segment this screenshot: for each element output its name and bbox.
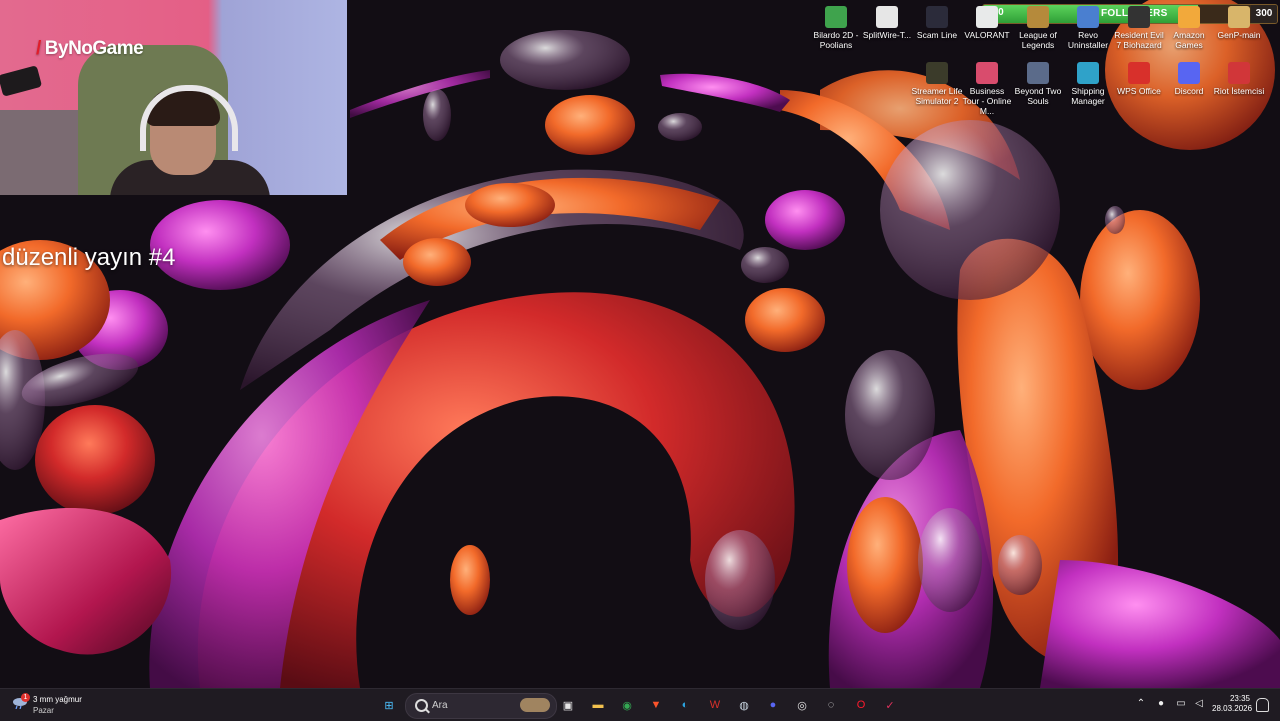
desktop-icon-label: Riot İstemcisi	[1213, 86, 1265, 96]
chevron-up-icon[interactable]: ⌃	[1134, 697, 1148, 711]
channel-logo: / ByNoGame	[36, 38, 144, 60]
desktop-icon-discord[interactable]: Discord	[1163, 62, 1215, 96]
desktop-icon-label: League of Legends	[1019, 30, 1057, 50]
wps-office-icon	[1128, 62, 1150, 84]
desktop-icon-scamline[interactable]: Scam Line	[911, 6, 963, 40]
business-tour-icon	[976, 62, 998, 84]
clock[interactable]: 23:35 28.03.2026	[1212, 694, 1253, 714]
scamline-icon	[926, 6, 948, 28]
microphone-icon[interactable]: ●	[1154, 697, 1168, 711]
brave-icon[interactable]: ▼	[645, 694, 667, 716]
taskbar: 1 3 mm yağmur Pazar ⊞ ▣ ▬ ◉ ▼ ◐ W ◍ ● ◎ ◌ O ✓ Ara ⌃ …	[0, 688, 1280, 721]
desktop-icon-bilardo[interactable]: Bilardo 2D - Poolians	[810, 6, 862, 50]
github-desktop-icon[interactable]: ◌	[820, 694, 842, 716]
microphone	[0, 65, 43, 97]
desktop-icon-business-tour[interactable]: Business Tour - Online M...	[961, 62, 1013, 116]
logo-slash-icon: /	[36, 38, 41, 59]
opera-icon[interactable]: O	[850, 694, 872, 716]
weather-day: Pazar	[33, 706, 54, 715]
desktop-icon-splitwire[interactable]: SplitWire-T...	[861, 6, 913, 40]
desktop-icon-label: Revo Uninstaller	[1067, 30, 1109, 50]
desktop-icon-riot-client[interactable]: Riot İstemcisi	[1213, 62, 1265, 96]
beyond-two-souls-icon	[1027, 62, 1049, 84]
discord-icon	[1178, 62, 1200, 84]
chrome-icon[interactable]: ◉	[616, 694, 638, 716]
valorant-icon	[976, 6, 998, 28]
league-icon	[1027, 6, 1049, 28]
riot-client-icon	[1228, 62, 1250, 84]
revo-icon	[1077, 6, 1099, 28]
desktop-icon-shipping-manager[interactable]: Shipping Manager	[1062, 62, 1114, 106]
clock-time: 23:35	[1229, 694, 1250, 703]
desktop-icon-label: Bilardo 2D - Poolians	[813, 30, 859, 50]
desktop-icon-label: VALORANT	[964, 30, 1010, 40]
desktop-icon-league[interactable]: League of Legends	[1012, 6, 1064, 50]
desktop-icon-re7[interactable]: Resident Evil 7 Biohazard	[1113, 6, 1165, 50]
desktop-icon-label: GenP-main	[1217, 30, 1261, 40]
desktop-icon-label: Shipping Manager	[1071, 86, 1105, 106]
channel-logo-text: ByNoGame	[44, 38, 144, 59]
amazon-games-icon	[1178, 6, 1200, 28]
taskbar-search[interactable]: Ara	[405, 693, 557, 719]
desktop-icon-label: Discord	[1174, 86, 1204, 96]
steam-icon[interactable]: ◍	[733, 694, 755, 716]
shipping-manager-icon	[1077, 62, 1099, 84]
volume-icon[interactable]: ◁	[1192, 697, 1206, 711]
bilardo-icon	[825, 6, 847, 28]
desktop-icon-label: Amazon Games	[1173, 30, 1205, 50]
splitwire-icon	[876, 6, 898, 28]
desktop-icon-revo[interactable]: Revo Uninstaller	[1062, 6, 1114, 50]
discord-icon[interactable]: ●	[762, 694, 784, 716]
streamer-life-icon	[926, 62, 948, 84]
network-icon[interactable]: ▭	[1174, 697, 1188, 711]
desktop-icon-label: SplitWire-T...	[862, 30, 912, 40]
start-button-icon[interactable]: ⊞	[378, 694, 400, 716]
task-view-icon[interactable]: ▣	[557, 694, 579, 716]
stream-title: düzenli yayın #4	[2, 244, 176, 271]
folder-icon	[1228, 6, 1250, 28]
edge-icon[interactable]: ◐	[674, 694, 696, 716]
red-app-icon[interactable]: ✓	[879, 694, 901, 716]
wps-office-icon[interactable]: W	[704, 694, 726, 716]
search-highlight-image	[520, 698, 550, 712]
desktop-icon-amazon-games[interactable]: Amazon Games	[1163, 6, 1215, 50]
desktop-icon-wps-office[interactable]: WPS Office	[1113, 62, 1165, 96]
weather-badge: 1	[21, 693, 30, 702]
desktop-icon-label: Resident Evil 7 Biohazard	[1114, 30, 1164, 50]
desktop-icon-label: Scam Line	[916, 30, 958, 40]
weather-text: 3 mm yağmur	[33, 695, 82, 704]
desktop-icon-label: Beyond Two Souls	[1014, 86, 1062, 106]
search-icon	[415, 699, 428, 712]
desktop-icon-folder[interactable]: GenP-main	[1213, 6, 1265, 40]
desktop-icon-label: Streamer Life Simulator 2	[911, 86, 963, 106]
re7-icon	[1128, 6, 1150, 28]
webcam-overlay: / ByNoGame	[0, 0, 347, 195]
file-explorer-icon[interactable]: ▬	[587, 694, 609, 716]
desktop-icon-label: Business Tour - Online M...	[962, 86, 1012, 116]
clock-date: 28.03.2026	[1212, 704, 1253, 713]
search-placeholder: Ara	[432, 700, 448, 711]
desktop-icon-streamer-life[interactable]: Streamer Life Simulator 2	[911, 62, 963, 106]
desktop-icon-label: WPS Office	[1117, 86, 1161, 96]
desktop-icon-beyond-two-souls[interactable]: Beyond Two Souls	[1012, 62, 1064, 106]
desktop-icon-valorant[interactable]: VALORANT	[961, 6, 1013, 40]
obs-icon[interactable]: ◎	[791, 694, 813, 716]
notification-bell-icon[interactable]	[1256, 698, 1269, 712]
